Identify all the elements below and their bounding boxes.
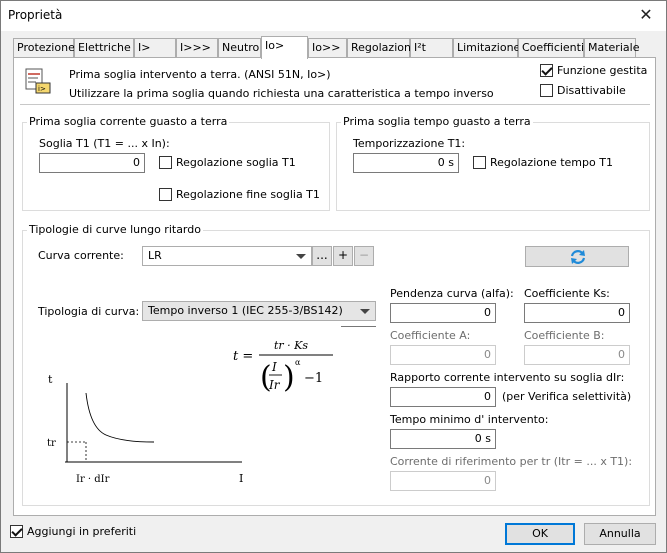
tab-coefficienti[interactable]: Coefficienti bbox=[518, 38, 584, 58]
coefficient-b-label: Coefficiente B: bbox=[524, 329, 605, 342]
tab-regolazioni[interactable]: Regolazioni bbox=[347, 38, 414, 58]
checkbox-box[interactable] bbox=[540, 84, 553, 97]
managed-function-checkbox[interactable]: Funzione gestita bbox=[540, 64, 647, 77]
curve-type-label: Tipologia di curva: bbox=[38, 305, 140, 318]
checkbox-box[interactable] bbox=[10, 525, 23, 538]
group-title: Prima soglia corrente guasto a terra bbox=[27, 115, 230, 128]
formula-minus-one: −1 bbox=[304, 371, 323, 386]
curve-type-value: Tempo inverso 1 (IEC 255-3/BS142) bbox=[148, 304, 343, 317]
refresh-icon bbox=[570, 250, 586, 264]
chevron-down-icon bbox=[296, 254, 306, 259]
add-to-favorites-checkbox[interactable]: Aggiungi in preferiti bbox=[10, 525, 136, 538]
graph-y-axis-label: t bbox=[48, 373, 53, 386]
cancel-button[interactable]: Annulla bbox=[584, 523, 656, 545]
tab-i-gt[interactable]: I> bbox=[134, 38, 176, 58]
ks-label: Coefficiente Ks: bbox=[524, 287, 610, 300]
svg-text:i>: i> bbox=[38, 85, 46, 93]
header-title: Prima soglia intervento a terra. (ANSI 5… bbox=[69, 68, 331, 81]
tab-io-gt[interactable]: Io> bbox=[261, 36, 308, 59]
tab-materiale[interactable]: Materiale bbox=[584, 38, 639, 58]
selectivity-note: (per Verifica selettività) bbox=[502, 390, 632, 403]
close-icon[interactable]: ✕ bbox=[631, 4, 661, 26]
disableable-checkbox[interactable]: Disattivabile bbox=[540, 84, 626, 97]
graph-tr-label: tr bbox=[47, 438, 56, 449]
add-curve-button[interactable]: + bbox=[333, 246, 353, 266]
tab-elettriche[interactable]: Elettriche bbox=[74, 38, 134, 58]
threshold-t1-input[interactable]: 0 bbox=[39, 153, 145, 173]
current-curve-select[interactable]: LR bbox=[142, 246, 312, 266]
time-regulation-checkbox[interactable]: Regolazione tempo T1 bbox=[473, 156, 613, 169]
reference-current-label: Corrente di riferimento per tr (Itr = ..… bbox=[390, 455, 633, 468]
earth-current-threshold-group: Prima soglia corrente guasto a terra Sog… bbox=[22, 115, 330, 211]
formula-lhs: t = bbox=[233, 349, 253, 364]
svg-text:): ) bbox=[283, 360, 295, 395]
fine-threshold-regulation-label: Regolazione fine soglia T1 bbox=[176, 188, 320, 201]
curve-type-select[interactable]: Tempo inverso 1 (IEC 255-3/BS142) bbox=[142, 301, 376, 321]
title-bar: Proprietà ✕ bbox=[1, 1, 666, 31]
formula-numerator: tr · Ks bbox=[274, 339, 308, 352]
graph-x-axis-label: I bbox=[239, 472, 243, 485]
coefficient-a-input[interactable]: 0 bbox=[390, 345, 496, 365]
remove-curve-button[interactable]: − bbox=[354, 246, 374, 266]
disableable-label: Disattivabile bbox=[557, 84, 626, 97]
current-ratio-label: Rapporto corrente intervento su soglia d… bbox=[390, 371, 625, 384]
slope-input[interactable]: 0 bbox=[390, 303, 496, 323]
checkbox-box[interactable] bbox=[159, 188, 172, 201]
tab-neutro[interactable]: Neutro bbox=[218, 38, 261, 58]
properties-dialog: Proprietà ✕ Protezione Elettriche I> I>>… bbox=[0, 0, 667, 553]
earth-fault-relay-icon: i> bbox=[25, 68, 51, 94]
threshold-t1-label: Soglia T1 (T1 = ... x In): bbox=[39, 137, 170, 150]
tab-i2t[interactable]: I²t bbox=[410, 38, 453, 58]
formula-underline bbox=[341, 326, 376, 327]
graph-ir-dir-label: Ir · dIr bbox=[76, 474, 110, 485]
current-curve-value: LR bbox=[148, 249, 162, 262]
tab-io-gtgt[interactable]: Io>> bbox=[308, 38, 347, 58]
ks-input[interactable]: 0 bbox=[524, 303, 630, 323]
fine-threshold-regulation-checkbox[interactable]: Regolazione fine soglia T1 bbox=[159, 188, 320, 201]
group-title: Prima soglia tempo guasto a terra bbox=[341, 115, 533, 128]
time-regulation-label: Regolazione tempo T1 bbox=[490, 156, 613, 169]
refresh-button[interactable] bbox=[525, 246, 629, 267]
delay-t1-input[interactable]: 0 s bbox=[353, 153, 459, 173]
earth-time-threshold-group: Prima soglia tempo guasto a terra Tempor… bbox=[336, 115, 650, 211]
current-curve-label: Curva corrente: bbox=[38, 249, 124, 262]
min-trip-time-input[interactable]: 0 s bbox=[390, 429, 496, 449]
managed-function-label: Funzione gestita bbox=[557, 64, 648, 77]
chevron-down-icon bbox=[360, 309, 370, 314]
delay-t1-label: Temporizzazione T1: bbox=[353, 137, 466, 150]
coefficient-a-label: Coefficiente A: bbox=[390, 329, 471, 342]
ok-button[interactable]: OK bbox=[505, 523, 575, 545]
group-title: Tipologie di curve lungo ritardo bbox=[27, 223, 203, 236]
formula-inner-numerator: I bbox=[271, 360, 277, 374]
min-trip-time-label: Tempo minimo d' intervento: bbox=[390, 413, 549, 426]
add-to-favorites-label: Aggiungi in preferiti bbox=[27, 525, 137, 538]
formula-exponent: α bbox=[295, 358, 301, 367]
header-description: Utilizzare la prima soglia quando richie… bbox=[69, 87, 494, 100]
checkbox-box[interactable] bbox=[540, 64, 553, 77]
checkbox-box[interactable] bbox=[473, 156, 486, 169]
slope-label: Pendenza curva (alfa): bbox=[390, 287, 514, 300]
checkbox-box[interactable] bbox=[159, 156, 172, 169]
coefficient-b-input[interactable]: 0 bbox=[524, 345, 630, 365]
current-ratio-input[interactable]: 0 bbox=[390, 387, 496, 407]
curve-browse-button[interactable]: ... bbox=[312, 246, 332, 266]
tab-limitazione[interactable]: Limitazione bbox=[453, 38, 520, 58]
formula-inner-denominator: Ir bbox=[268, 378, 281, 392]
threshold-regulation-label: Regolazione soglia T1 bbox=[176, 156, 296, 169]
tab-protezione[interactable]: Protezione bbox=[13, 38, 75, 58]
header-divider bbox=[20, 104, 650, 105]
reference-current-input[interactable]: 0 bbox=[390, 471, 496, 491]
inverse-time-graph: t tr Ir · dIr I , bbox=[38, 373, 243, 488]
threshold-regulation-checkbox[interactable]: Regolazione soglia T1 bbox=[159, 156, 296, 169]
tab-panel: i> Prima soglia intervento a terra. (ANS… bbox=[13, 57, 656, 516]
graph-corner-mark: , bbox=[38, 482, 41, 488]
window-title: Proprietà bbox=[8, 8, 63, 22]
tab-i-gtgtgt[interactable]: I>>> bbox=[176, 38, 218, 58]
